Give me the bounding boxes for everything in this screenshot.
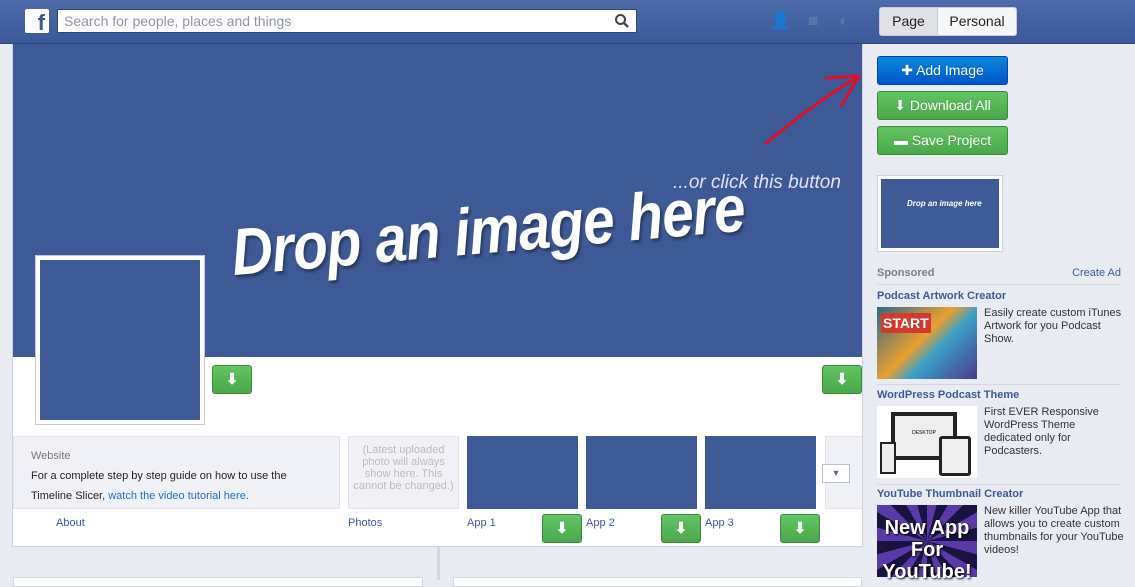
plus-icon: ✚ xyxy=(901,62,917,78)
sponsored-header: Sponsored Create Ad xyxy=(877,267,1121,285)
add-image-button[interactable]: ✚ Add Image xyxy=(877,56,1008,85)
ad-image[interactable]: DESKTOP xyxy=(877,406,977,478)
expand-apps-dropdown[interactable]: ▼ xyxy=(822,464,850,483)
messages-icon[interactable]: ■ xyxy=(803,11,823,31)
download-app-3-button[interactable]: ⬇ xyxy=(780,514,820,543)
tab-app-1[interactable]: App 1 xyxy=(467,517,496,529)
red-arrow-icon xyxy=(764,74,861,146)
tab-about[interactable]: About xyxy=(56,517,85,529)
app-1-slot[interactable] xyxy=(467,436,578,509)
drive-icon: ▬ xyxy=(893,132,912,148)
page-personal-toggle: Page Personal xyxy=(879,7,1017,36)
post-box-right xyxy=(453,577,862,587)
download-icon: ⬇ xyxy=(894,97,910,113)
cover-thumbnail[interactable]: Drop an image here xyxy=(877,175,1003,252)
personal-toggle[interactable]: Personal xyxy=(938,8,1016,35)
ad-image[interactable]: START xyxy=(877,307,977,379)
facebook-logo[interactable]: f xyxy=(25,9,49,33)
ad-podcast-artwork[interactable]: Podcast Artwork Creator START Easily cre… xyxy=(877,290,1121,385)
download-app-2-button[interactable]: ⬇ xyxy=(661,514,701,543)
tab-app-3[interactable]: App 3 xyxy=(705,517,734,529)
ad-youtube-thumbnail[interactable]: YouTube Thumbnail Creator New App For Yo… xyxy=(877,488,1124,583)
create-ad-link[interactable]: Create Ad xyxy=(1072,267,1121,279)
notifications-globe-icon[interactable]: ◐ xyxy=(834,11,854,31)
video-tutorial-link[interactable]: watch the video tutorial here. xyxy=(108,490,249,502)
app-2-slot[interactable] xyxy=(586,436,697,509)
ad-wordpress-theme[interactable]: WordPress Podcast Theme DESKTOP First EV… xyxy=(877,389,1121,485)
photos-placeholder: (Latest uploaded photo will always show … xyxy=(348,436,459,509)
profile-picture-slot[interactable] xyxy=(35,255,205,425)
download-all-button[interactable]: ⬇ Download All xyxy=(877,91,1008,120)
tab-app-2[interactable]: App 2 xyxy=(586,517,615,529)
page-toggle[interactable]: Page xyxy=(880,8,938,35)
click-hint-text: ...or click this button xyxy=(673,172,841,193)
download-profile-button[interactable]: ⬇ xyxy=(212,365,252,394)
download-cover-button[interactable]: ⬇ xyxy=(822,365,862,394)
friends-icon[interactable]: 👤 xyxy=(770,11,791,31)
post-box-left xyxy=(13,577,423,587)
search-box[interactable] xyxy=(57,9,637,33)
app-3-slot[interactable] xyxy=(705,436,816,509)
ad-image[interactable]: New App For YouTube! xyxy=(877,505,977,583)
website-label: Website xyxy=(31,450,71,462)
timeline-divider xyxy=(437,547,440,580)
tab-photos[interactable]: Photos xyxy=(348,517,382,529)
search-input[interactable] xyxy=(58,10,598,32)
download-app-1-button[interactable]: ⬇ xyxy=(542,514,582,543)
drop-image-text: Drop an image here xyxy=(228,170,748,290)
search-icon[interactable] xyxy=(614,13,630,29)
about-box: Website For a complete step by step guid… xyxy=(13,436,340,509)
save-project-button[interactable]: ▬ Save Project xyxy=(877,126,1008,155)
